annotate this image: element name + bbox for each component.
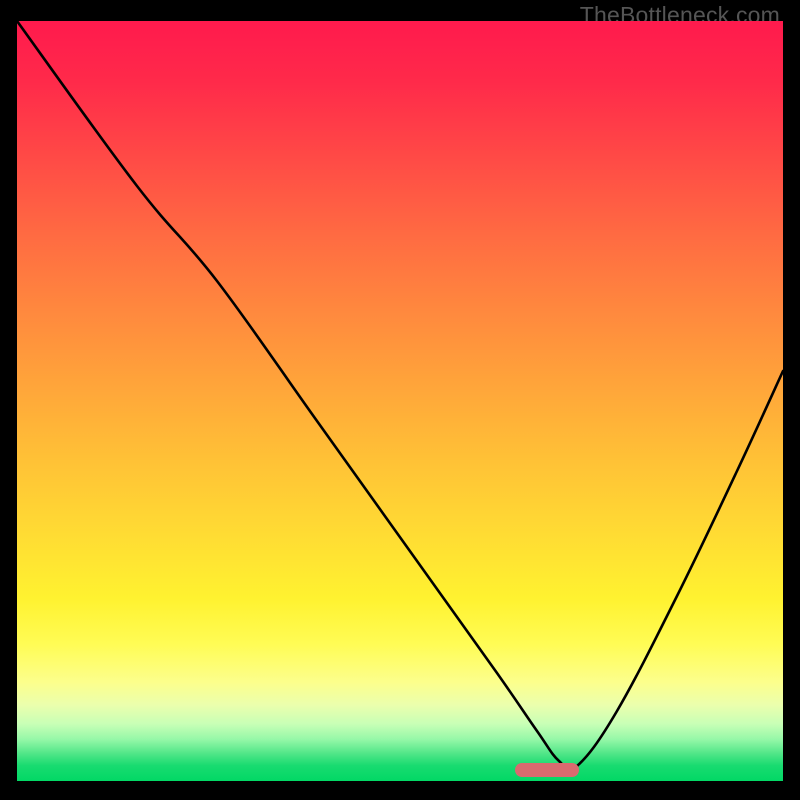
chart-frame: TheBottleneck.com [17,2,783,781]
optimum-marker [515,763,579,777]
bottleneck-curve [17,21,783,781]
plot-area [17,21,783,781]
